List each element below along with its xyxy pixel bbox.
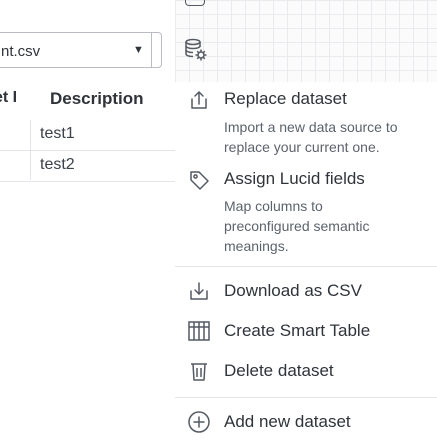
- menu-item-create-smart-table[interactable]: Create Smart Table: [175, 314, 437, 348]
- chevron-down-icon[interactable]: ▼: [133, 44, 144, 56]
- dataset-options-menu: Replace dataset Import a new data source…: [175, 82, 437, 442]
- plus-circle-icon: [187, 410, 211, 434]
- menu-divider: [175, 397, 437, 398]
- download-icon: [187, 279, 211, 303]
- trash-icon: [187, 359, 211, 383]
- menu-divider: [175, 266, 437, 267]
- select-divider: [151, 32, 152, 68]
- column-header-description[interactable]: Description: [50, 89, 144, 109]
- menu-item-replace-dataset[interactable]: Replace dataset Import a new data source…: [175, 82, 437, 162]
- tag-icon: [187, 168, 211, 192]
- data-table-panel: nt.csv ▼ et I Description test1 test2: [0, 0, 175, 442]
- menu-item-label: Add new dataset: [224, 412, 351, 431]
- menu-item-description: Import a new data source to replace your…: [224, 119, 398, 155]
- upload-icon: [187, 88, 211, 112]
- menu-item-label: Create Smart Table: [224, 321, 371, 340]
- layout-icon[interactable]: [185, 0, 205, 6]
- dataset-select[interactable]: nt.csv ▼: [0, 32, 162, 68]
- menu-item-label: Assign Lucid fields: [224, 169, 365, 188]
- database-settings-icon[interactable]: [182, 36, 210, 64]
- menu-item-label: Delete dataset: [224, 361, 334, 380]
- table-cell: test1: [40, 125, 75, 142]
- column-divider: [30, 120, 31, 180]
- column-header-partial[interactable]: et I: [0, 89, 17, 107]
- menu-item-download-csv[interactable]: Download as CSV: [175, 274, 437, 308]
- dataset-select-value: nt.csv: [1, 43, 41, 60]
- table-row[interactable]: test2: [0, 151, 175, 182]
- menu-item-assign-lucid-fields[interactable]: Assign Lucid fields Map columns to preco…: [175, 162, 437, 262]
- menu-item-description: Map columns to preconfigured semantic me…: [224, 198, 370, 254]
- table-icon: [187, 319, 211, 343]
- table-row[interactable]: test1: [0, 120, 175, 151]
- menu-item-label: Download as CSV: [224, 281, 362, 300]
- table-cell: test2: [40, 156, 75, 173]
- toolbar-strip: [175, 0, 437, 82]
- menu-item-label: Replace dataset: [224, 89, 347, 108]
- menu-item-delete-dataset[interactable]: Delete dataset: [175, 354, 437, 388]
- menu-item-add-new-dataset[interactable]: Add new dataset: [175, 405, 437, 439]
